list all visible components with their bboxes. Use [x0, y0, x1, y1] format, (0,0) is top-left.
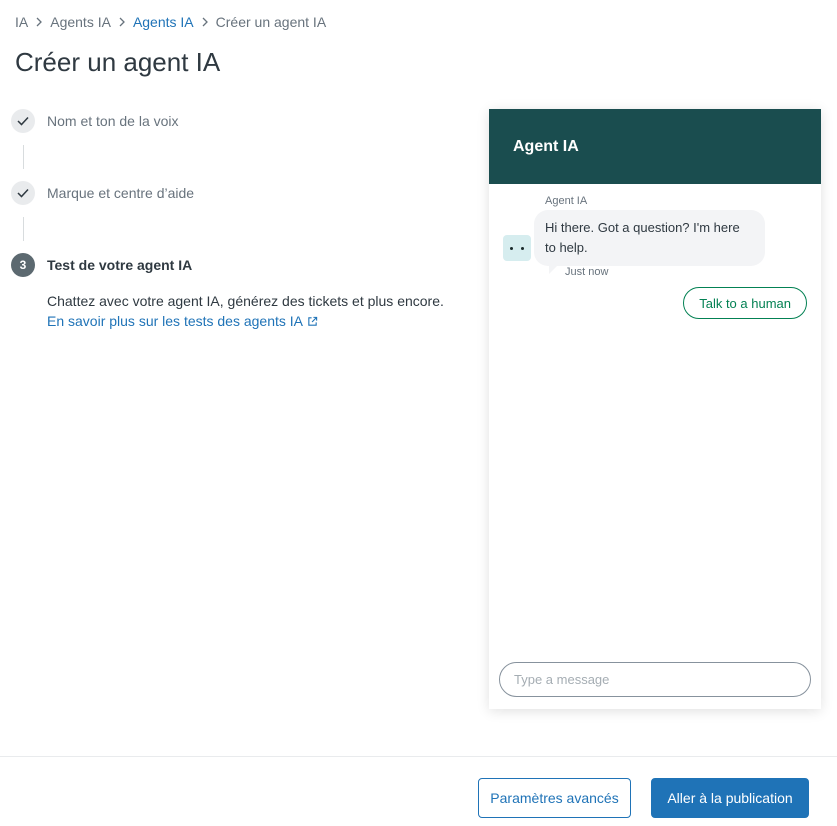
learn-more-link-label: En savoir plus sur les tests des agents …	[47, 313, 304, 329]
breadcrumb-item-agents-ia-link[interactable]: Agents IA	[133, 14, 194, 30]
sender-name: Agent IA	[545, 195, 588, 207]
chevron-right-icon	[118, 17, 126, 27]
chat-widget-preview: Agent IA Agent IA Hi there. Got a questi…	[489, 109, 821, 709]
step-test: 3 Test de votre agent IA	[11, 253, 451, 277]
page-title: Créer un agent IA	[15, 47, 221, 77]
bubble-tail	[549, 265, 558, 274]
checkmark-icon	[11, 109, 35, 133]
widget-title: Agent IA	[513, 137, 579, 155]
advanced-settings-button[interactable]: Paramètres avancés	[478, 778, 631, 818]
step-connector	[23, 217, 24, 241]
message-bubble: Hi there. Got a question? I'm here to he…	[534, 210, 765, 266]
footer-bar: Paramètres avancés Aller à la publicatio…	[0, 756, 837, 826]
message-timestamp: Just now	[565, 266, 609, 278]
go-to-publish-button[interactable]: Aller à la publication	[651, 778, 809, 818]
step-label: Test de votre agent IA	[47, 257, 193, 273]
chevron-right-icon	[35, 17, 43, 27]
step-description: Chattez avec votre agent IA, générez des…	[47, 291, 451, 331]
step-connector	[23, 145, 24, 169]
message-input[interactable]	[499, 662, 811, 697]
talk-to-human-button[interactable]: Talk to a human	[683, 287, 807, 319]
widget-header: Agent IA	[489, 109, 821, 184]
step-description-text: Chattez avec votre agent IA, générez des…	[47, 293, 444, 309]
breadcrumb-item-current: Créer un agent IA	[215, 14, 327, 30]
bot-avatar-icon	[503, 235, 531, 261]
step-brand: Marque et centre d’aide	[11, 181, 451, 205]
breadcrumb-item-ia[interactable]: IA	[15, 14, 28, 30]
step-voice: Nom et ton de la voix	[11, 109, 451, 133]
step-label: Nom et ton de la voix	[47, 113, 179, 129]
breadcrumb-item-agents-ia[interactable]: Agents IA	[50, 14, 111, 30]
learn-more-link[interactable]: En savoir plus sur les tests des agents …	[47, 311, 318, 331]
step-number: 3	[11, 253, 35, 277]
external-link-icon	[308, 316, 318, 326]
checkmark-icon	[11, 181, 35, 205]
chevron-right-icon	[201, 17, 209, 27]
message-area: Agent IA Hi there. Got a question? I'm h…	[489, 184, 821, 709]
step-label: Marque et centre d’aide	[47, 185, 195, 201]
stepper: Nom et ton de la voix Marque et centre d…	[11, 109, 451, 331]
breadcrumb: IA Agents IA Agents IA Créer un agent IA	[15, 14, 326, 30]
